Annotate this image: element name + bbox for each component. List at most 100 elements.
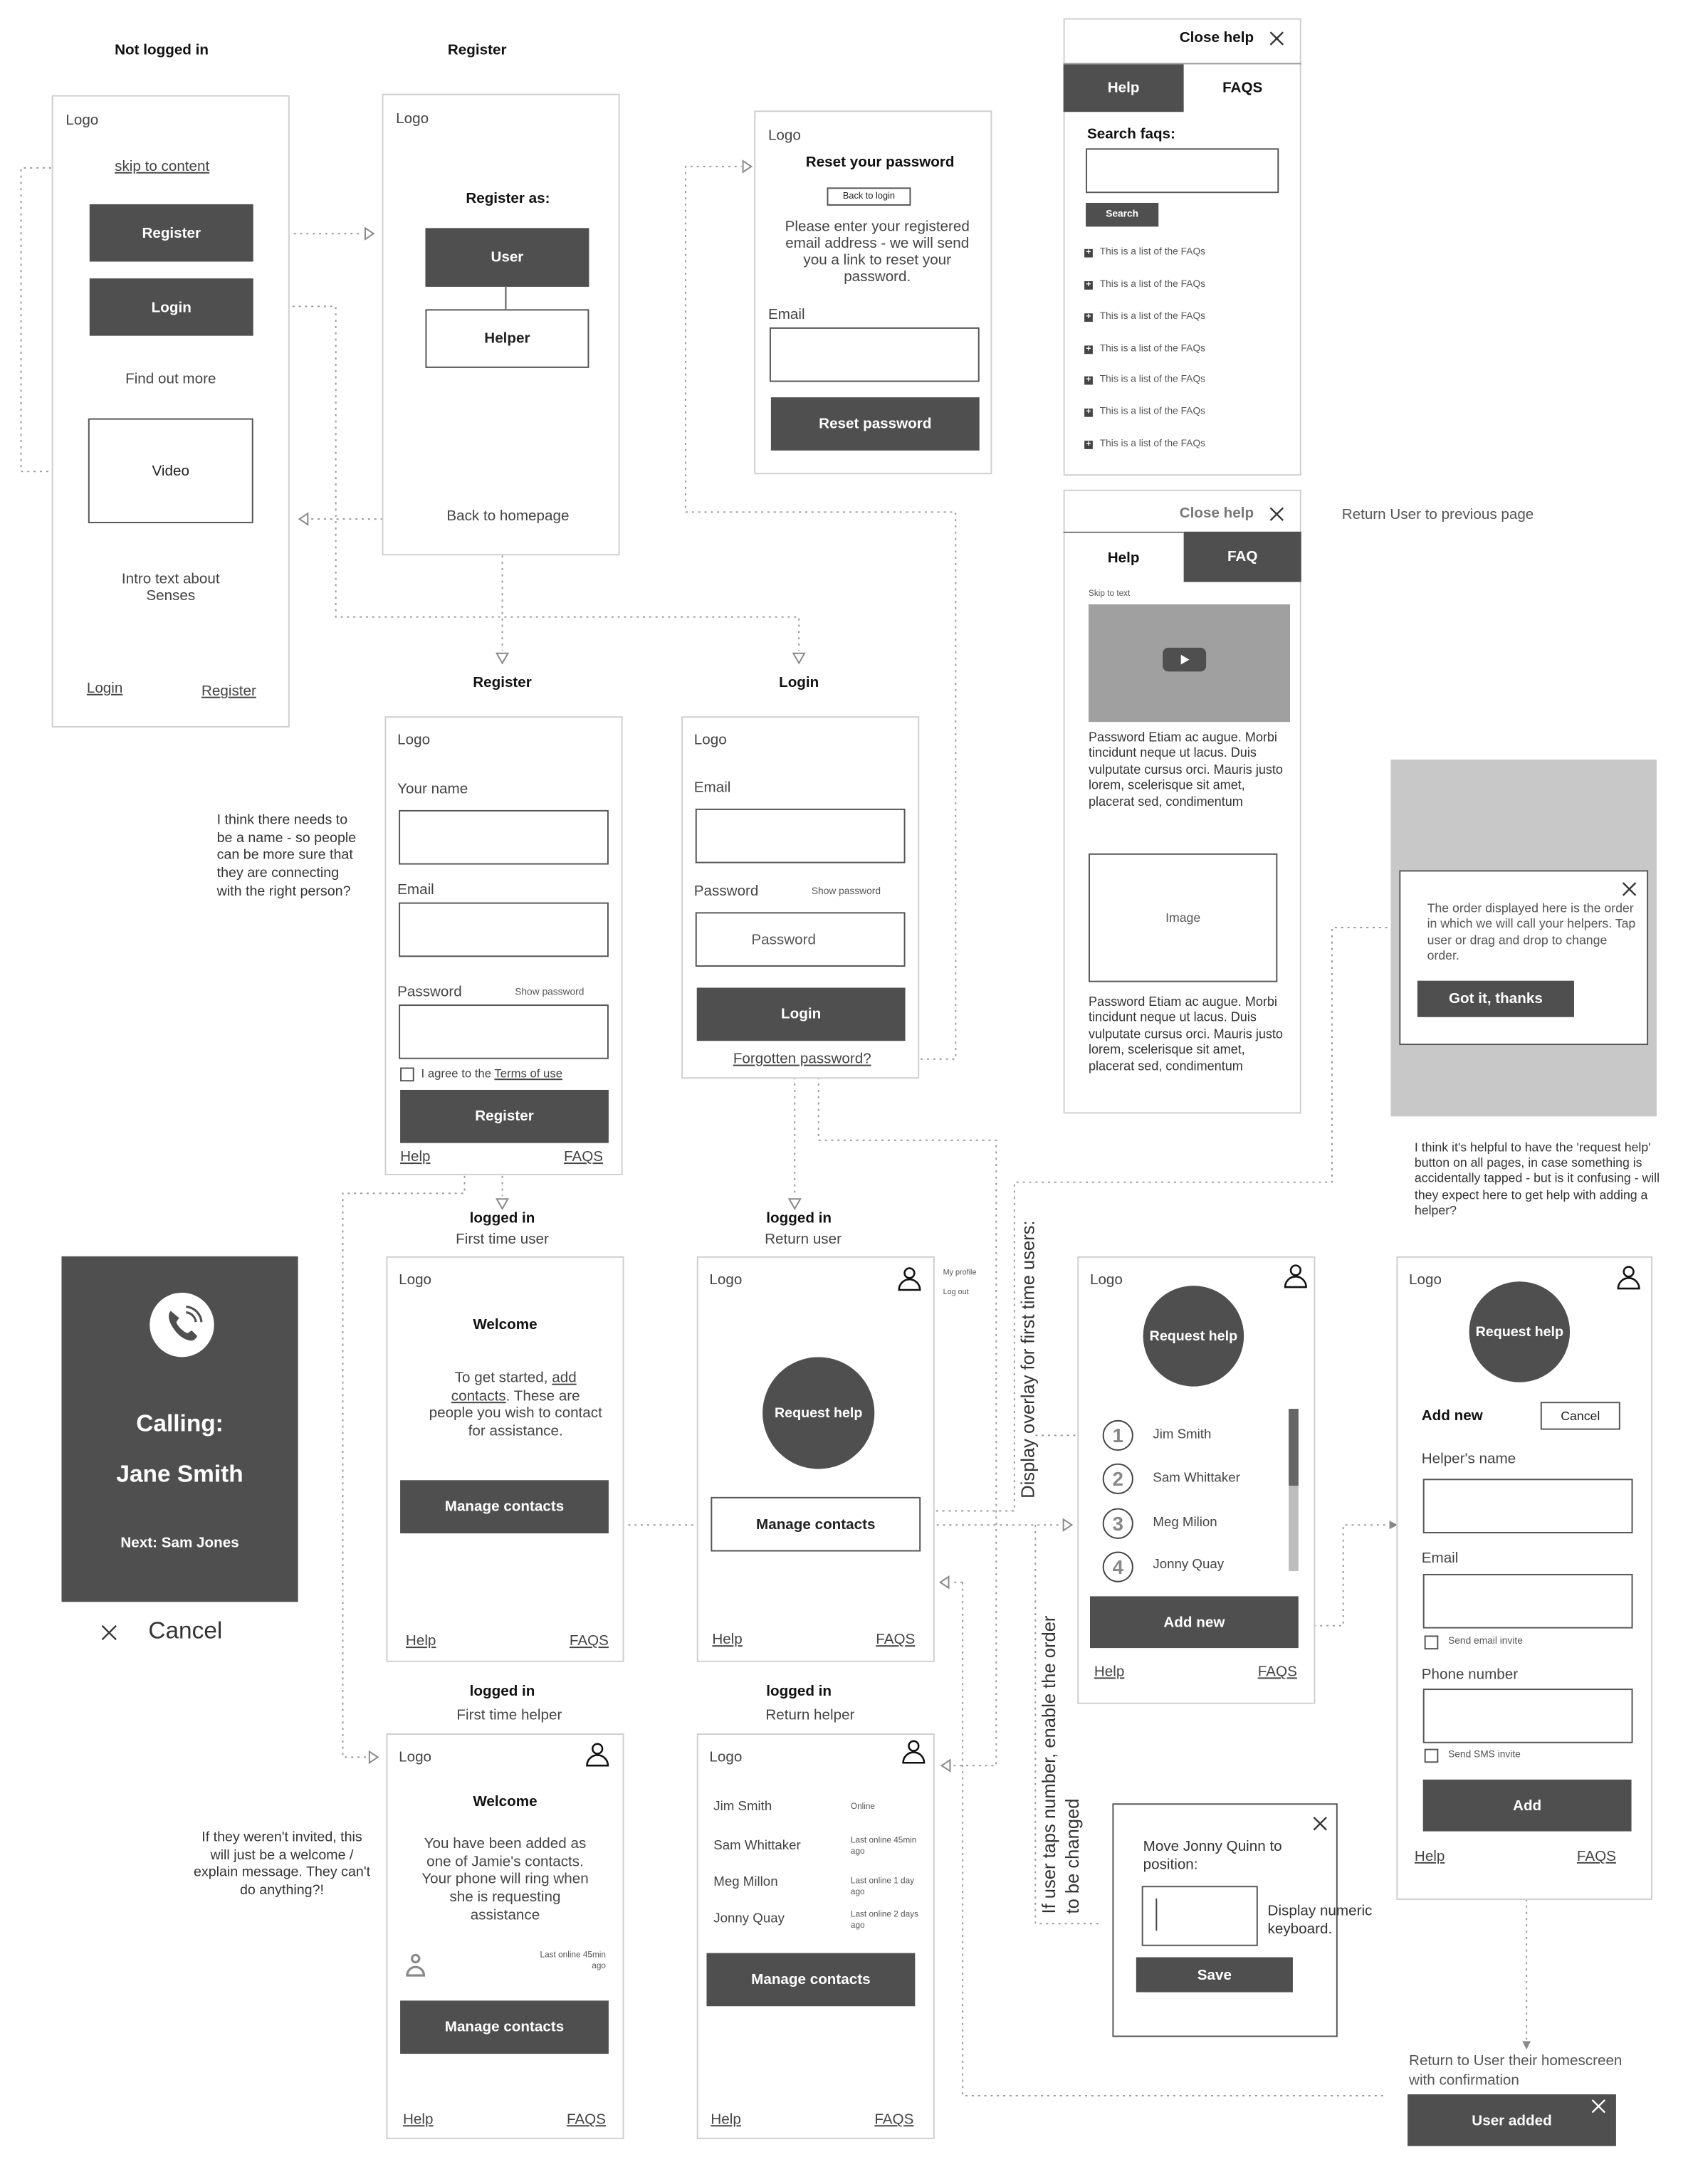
contact-name[interactable]: Jonny Quay: [1153, 1557, 1224, 1573]
close-help-button[interactable]: Close help: [1180, 29, 1254, 46]
request-help-button[interactable]: Request help: [1469, 1281, 1571, 1382]
find-out-more-link[interactable]: Find out more: [65, 371, 276, 388]
contact-name[interactable]: Jim Smith: [1153, 1427, 1211, 1443]
close-icon[interactable]: [1269, 31, 1285, 46]
tab-help[interactable]: Help: [1063, 64, 1184, 112]
faqs-link[interactable]: FAQS: [564, 1149, 603, 1166]
faq-item[interactable]: This is a list of the FAQs: [1100, 280, 1205, 290]
position-number-button[interactable]: 3: [1102, 1508, 1133, 1539]
register-helper-button[interactable]: Helper: [425, 309, 589, 368]
cancel-call-button[interactable]: Cancel: [148, 1617, 222, 1645]
skip-to-text-link[interactable]: Skip to text: [1089, 590, 1130, 599]
plus-icon[interactable]: +: [1084, 408, 1093, 417]
show-password-link[interactable]: Show password: [515, 988, 584, 998]
email-field[interactable]: [695, 808, 906, 863]
help-link[interactable]: Help: [1094, 1664, 1124, 1681]
scrollbar-thumb[interactable]: [1289, 1409, 1299, 1486]
faq-item[interactable]: This is a list of the FAQs: [1100, 375, 1205, 385]
terms-link[interactable]: Terms of use: [494, 1066, 562, 1081]
plus-icon[interactable]: +: [1084, 281, 1093, 290]
name-field[interactable]: [399, 809, 609, 865]
faqs-link[interactable]: FAQS: [874, 2111, 913, 2128]
faq-item[interactable]: This is a list of the FAQs: [1100, 407, 1205, 417]
show-password-link[interactable]: Show password: [812, 887, 881, 897]
help-video[interactable]: [1089, 604, 1291, 723]
send-email-invite-checkbox[interactable]: [1424, 1635, 1439, 1650]
manage-contacts-button[interactable]: Manage contacts: [400, 2000, 609, 2054]
video-player[interactable]: Video: [88, 418, 253, 524]
user-profile-icon[interactable]: [585, 1742, 609, 1767]
search-faqs-input[interactable]: [1086, 148, 1279, 194]
manage-contacts-button[interactable]: Manage contacts: [711, 1496, 921, 1552]
faqs-link[interactable]: FAQS: [567, 2111, 606, 2128]
help-link[interactable]: Help: [406, 1633, 436, 1650]
send-sms-invite-checkbox[interactable]: [1424, 1748, 1439, 1763]
close-icon[interactable]: [1269, 506, 1285, 522]
email-field[interactable]: [769, 327, 980, 382]
faq-item[interactable]: This is a list of the FAQs: [1100, 344, 1205, 354]
password-field[interactable]: [399, 1004, 609, 1059]
contact-name[interactable]: Meg Milion: [1153, 1515, 1217, 1531]
close-icon[interactable]: [1312, 1816, 1328, 1832]
play-icon[interactable]: [1163, 647, 1207, 672]
request-help-button[interactable]: Request help: [762, 1357, 875, 1469]
position-number-button[interactable]: 1: [1102, 1419, 1133, 1451]
help-link[interactable]: Help: [400, 1149, 430, 1166]
contacts-scrollbar[interactable]: [1289, 1409, 1299, 1572]
user-profile-icon[interactable]: [901, 1739, 926, 1764]
faq-item[interactable]: This is a list of the FAQs: [1100, 312, 1205, 322]
reset-password-button[interactable]: Reset password: [770, 397, 980, 451]
request-help-button[interactable]: Request help: [1143, 1286, 1244, 1387]
add-new-button[interactable]: Add new: [1089, 1596, 1299, 1649]
register-submit-button[interactable]: Register: [400, 1089, 609, 1143]
login-submit-button[interactable]: Login: [696, 987, 906, 1041]
phone-field[interactable]: [1422, 1689, 1633, 1743]
plus-icon[interactable]: +: [1084, 248, 1093, 258]
user-profile-icon[interactable]: [1616, 1265, 1641, 1290]
skip-to-content-link[interactable]: skip to content: [115, 158, 209, 175]
faqs-link[interactable]: FAQS: [570, 1633, 609, 1650]
plus-icon[interactable]: +: [1084, 441, 1093, 449]
close-help-button[interactable]: Close help: [1180, 505, 1254, 522]
terms-checkbox[interactable]: [400, 1067, 414, 1082]
help-link[interactable]: Help: [403, 2111, 433, 2128]
helper-name-field[interactable]: [1422, 1479, 1633, 1533]
login-button[interactable]: Login: [89, 278, 253, 336]
back-to-homepage-link[interactable]: Back to homepage: [410, 508, 606, 525]
back-to-login-button[interactable]: Back to login: [827, 187, 911, 206]
manage-contacts-button[interactable]: Manage contacts: [400, 1480, 609, 1533]
contact-name[interactable]: Sam Whittaker: [1153, 1471, 1239, 1486]
email-field[interactable]: [399, 902, 609, 957]
position-number-button[interactable]: 4: [1102, 1551, 1133, 1582]
footer-login-link[interactable]: Login: [87, 680, 123, 697]
close-icon[interactable]: [101, 1624, 118, 1642]
got-it-button[interactable]: Got it, thanks: [1417, 980, 1574, 1017]
faqs-link[interactable]: FAQS: [1258, 1664, 1297, 1681]
manage-contacts-button[interactable]: Manage contacts: [706, 1953, 916, 2007]
close-icon[interactable]: [1591, 2099, 1607, 2114]
help-link[interactable]: Help: [711, 2111, 740, 2128]
faqs-link[interactable]: FAQS: [1577, 1848, 1616, 1865]
tab-faq[interactable]: FAQ: [1183, 531, 1301, 582]
user-profile-icon[interactable]: [897, 1266, 922, 1291]
close-icon[interactable]: [1622, 881, 1637, 897]
register-button[interactable]: Register: [89, 204, 253, 262]
help-link[interactable]: Help: [1415, 1848, 1445, 1865]
faq-item[interactable]: This is a list of the FAQs: [1100, 248, 1205, 258]
cancel-button[interactable]: Cancel: [1540, 1402, 1620, 1430]
forgotten-password-link[interactable]: Forgotten password?: [733, 1051, 871, 1068]
menu-my-profile[interactable]: My profile: [943, 1269, 977, 1278]
add-helper-button[interactable]: Add: [1422, 1779, 1632, 1832]
password-field[interactable]: Password: [695, 912, 906, 967]
tab-help[interactable]: Help: [1064, 533, 1184, 582]
help-link[interactable]: Help: [712, 1632, 742, 1649]
search-button[interactable]: Search: [1086, 202, 1159, 227]
faqs-link[interactable]: FAQS: [876, 1632, 915, 1649]
menu-log-out[interactable]: Log out: [943, 1288, 969, 1297]
plus-icon[interactable]: +: [1084, 376, 1093, 385]
position-input[interactable]: [1141, 1886, 1258, 1946]
tab-faqs[interactable]: FAQS: [1184, 64, 1301, 112]
position-number-button[interactable]: 2: [1102, 1463, 1133, 1494]
footer-register-link[interactable]: Register: [201, 683, 256, 700]
faq-item[interactable]: This is a list of the FAQs: [1100, 439, 1205, 449]
